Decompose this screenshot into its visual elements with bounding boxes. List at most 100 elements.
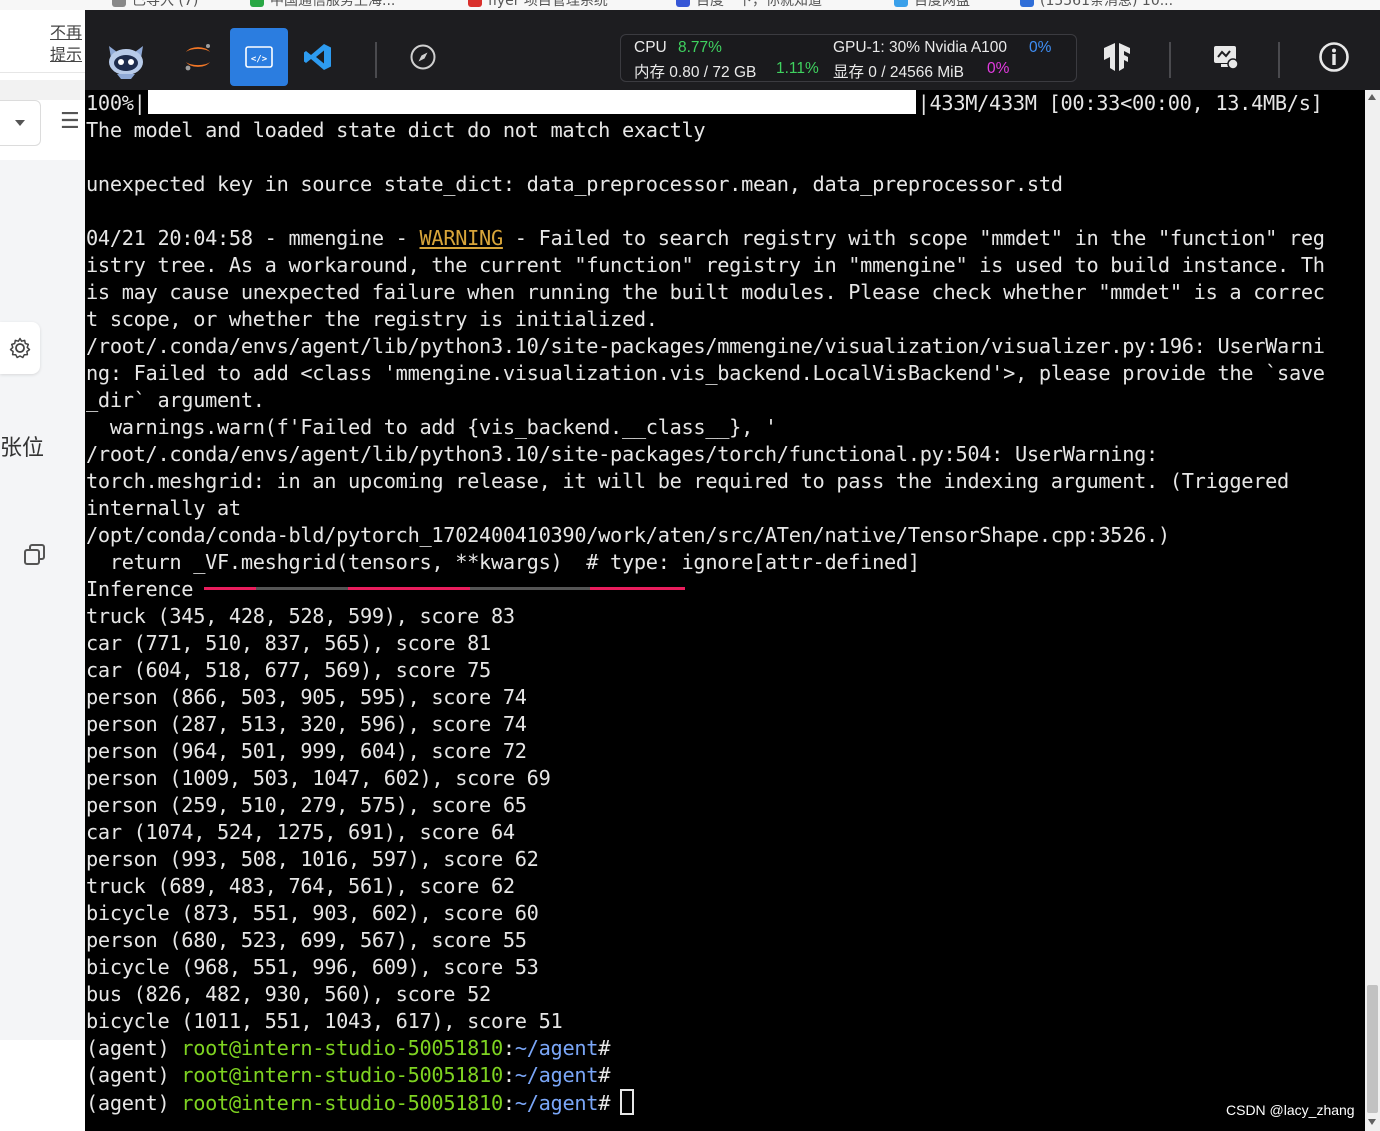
toolbar-divider <box>1169 42 1171 78</box>
detection-line: car (604, 518, 677, 569), score 75 <box>86 658 491 682</box>
memory-label: 内存 0.80 / 72 GB <box>634 64 757 81</box>
detection-line: bus (826, 482, 930, 560), score 52 <box>86 982 491 1006</box>
prompt-env: (agent) <box>86 1036 182 1060</box>
progress-divider-right: | <box>917 91 930 115</box>
bookmark-item[interactable]: 百度网盘 <box>894 0 970 9</box>
side-panel-body <box>0 160 85 1040</box>
terminal-line: /opt/conda/conda-bld/pytorch_17024004103… <box>86 523 1170 547</box>
detection-line: bicycle (873, 551, 903, 602), score 60 <box>86 901 539 925</box>
terminal[interactable]: 100%| |433M/433M [00:33<00:00, 13.4MB/s] … <box>85 90 1365 1131</box>
pre-warning-lines: The model and loaded state dict do not m… <box>86 117 1325 225</box>
highlight-mark <box>204 587 256 590</box>
info-icon[interactable] <box>1305 28 1363 86</box>
compass-icon[interactable] <box>394 28 452 86</box>
bookmark-favicon-icon <box>250 0 264 7</box>
copy-icon[interactable] <box>22 542 48 572</box>
cpu-label: CPU <box>634 39 667 56</box>
dont-show-again-link[interactable]: 不再提示 <box>50 22 86 66</box>
progress-divider-left: | <box>133 91 146 115</box>
progress-stats: 433M/433M [00:33<00:00, 13.4MB/s] <box>929 91 1323 115</box>
side-name-text: 张位 <box>0 436 45 461</box>
detection-results: truck (345, 428, 528, 599), score 83 car … <box>86 603 1325 1035</box>
terminal-line: istry tree. As a workaround, the current… <box>86 253 1325 277</box>
bookmark-item[interactable]: 百度一下，你就知道 <box>676 0 822 9</box>
terminal-line: /root/.conda/envs/agent/lib/python3.10/s… <box>86 442 1158 466</box>
dropdown-button[interactable] <box>0 100 41 146</box>
detection-line: bicycle (1011, 551, 1043, 617), score 51 <box>86 1009 563 1033</box>
prompt-user-host: root@intern-studio-50051810 <box>181 1036 503 1060</box>
bookmark-label: flyer 项目管理系统 <box>488 0 608 9</box>
terminal-line: t scope, or whether the registry is init… <box>86 307 658 331</box>
warning-tag: WARNING <box>419 226 504 250</box>
progress-percent: 100% <box>86 91 134 115</box>
jupyter-icon[interactable] <box>169 28 227 86</box>
shell-prompt-line: (agent) root@intern-studio-50051810:~/ag… <box>86 1035 1325 1062</box>
svg-text:</>: </> <box>251 55 268 65</box>
memory-usage-value: 1.11% <box>776 60 819 77</box>
prompt-colon: : <box>502 1063 515 1087</box>
terminal-output: 100%| |433M/433M [00:33<00:00, 13.4MB/s] … <box>86 90 1325 1116</box>
detection-line: person (993, 508, 1016, 597), score 62 <box>86 847 539 871</box>
detection-line: person (259, 510, 279, 575), score 65 <box>86 793 527 817</box>
scroll-up-arrow-icon[interactable] <box>1368 94 1376 100</box>
bookmark-label: 百度网盘 <box>914 0 970 9</box>
prompt-symbol: # <box>598 1063 611 1087</box>
tensorboard-icon[interactable] <box>1088 28 1146 86</box>
bookmark-item[interactable]: flyer 项目管理系统 <box>468 0 608 9</box>
vscode-icon[interactable] <box>289 28 347 86</box>
code-server-icon[interactable]: </> <box>230 28 288 86</box>
prompt-user-host: root@intern-studio-50051810 <box>181 1063 503 1087</box>
vram-label: 显存 0 / 24566 MiB <box>833 64 964 81</box>
bookmark-favicon-icon <box>112 0 126 7</box>
prompt-path: ~/agent <box>514 1063 599 1087</box>
chevron-down-icon <box>15 120 25 126</box>
download-progress-bar <box>147 90 916 114</box>
highlight-mark <box>590 587 685 590</box>
scrollbar-thumb[interactable] <box>1367 985 1378 1113</box>
detection-line: car (1074, 524, 1275, 691), score 64 <box>86 820 515 844</box>
bookmark-item[interactable]: 已导入 (7) <box>112 0 198 9</box>
terminal-line: ng: Failed to add <class 'mmengine.visua… <box>86 361 1325 385</box>
terminal-cursor <box>620 1089 635 1115</box>
detection-line: person (287, 513, 320, 596), score 74 <box>86 712 527 736</box>
monitor-icon[interactable] <box>1197 28 1255 86</box>
bookmark-label: 百度一下，你就知道 <box>696 0 822 9</box>
terminal-line: return _VF.meshgrid(tensors, **kwargs) #… <box>86 550 920 574</box>
bookmark-favicon-icon <box>894 0 908 7</box>
prompt-colon: : <box>502 1091 515 1115</box>
gpu-usage-value: 0% <box>1029 39 1052 56</box>
terminal-line: unexpected key in source state_dict: dat… <box>86 172 1063 196</box>
detection-line: truck (689, 483, 764, 561), score 62 <box>86 874 515 898</box>
terminal-line: _dir` argument. <box>86 388 265 412</box>
terminal-line: is may cause unexpected failure when run… <box>86 280 1325 304</box>
highlight-mark <box>470 587 590 590</box>
terminal-line: internally at <box>86 496 241 520</box>
watermark: CSDN @lacy_zhang <box>1226 1102 1355 1118</box>
hint-box: 不再提示 <box>0 10 85 73</box>
gear-icon <box>9 337 31 359</box>
toolbar-divider <box>1278 42 1280 78</box>
prompt-env: (agent) <box>86 1091 182 1115</box>
bookmark-item[interactable]: (15561条消息) 10... <box>1020 0 1173 9</box>
settings-button[interactable] <box>0 322 40 374</box>
terminal-line: The model and loaded state dict do not m… <box>86 118 706 142</box>
bookmark-favicon-icon <box>1020 0 1034 7</box>
bookmark-item[interactable]: 中国通信服务上海... <box>250 0 395 9</box>
list-icon[interactable]: ☰ <box>60 108 80 136</box>
prompt-symbol: # <box>598 1091 611 1115</box>
vram-usage-value: 0% <box>987 60 1010 77</box>
warning-line: 04/21 20:04:58 - mmengine - WARNING - Fa… <box>86 225 1325 252</box>
resource-stats-panel: CPU 8.77% GPU-1: 30% Nvidia A100 0% 内存 0… <box>620 34 1077 82</box>
prompt-path: ~/agent <box>514 1091 599 1115</box>
detection-line: truck (345, 428, 528, 599), score 83 <box>86 604 515 628</box>
jupyter-toolbar: </> CPU 8.77% GPU-1: 30% Nvidia A100 0% … <box>85 10 1380 90</box>
terminal-line: /root/.conda/envs/agent/lib/python3.10/s… <box>86 334 1325 358</box>
robot-logo-icon[interactable] <box>97 28 155 86</box>
prompt-colon: : <box>502 1036 515 1060</box>
detection-line: person (1009, 503, 1047, 602), score 69 <box>86 766 551 790</box>
shell-prompts: (agent) root@intern-studio-50051810:~/ag… <box>86 1035 1325 1116</box>
prompt-user-host: root@intern-studio-50051810 <box>181 1091 503 1115</box>
scroll-down-arrow-icon[interactable] <box>1368 1119 1376 1125</box>
terminal-scrollbar[interactable] <box>1365 90 1380 1131</box>
bookmark-favicon-icon <box>468 0 482 7</box>
